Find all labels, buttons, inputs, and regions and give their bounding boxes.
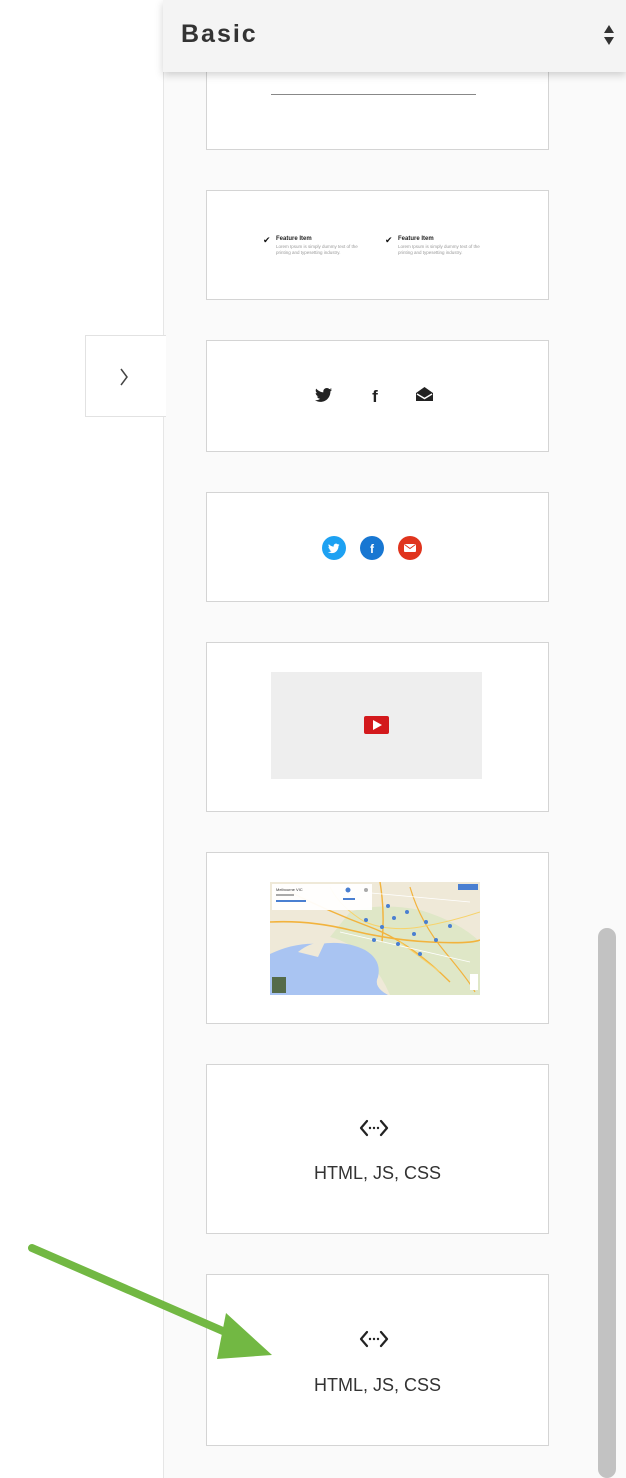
category-select[interactable]: Basic [163,0,626,72]
chevron-right-icon [120,368,128,386]
block-feature-list[interactable]: ✔ Feature Item Lorem Ipsum is simply dum… [206,190,549,300]
collapse-panel-toggle[interactable] [85,335,166,417]
feature-title: Feature Item [398,236,434,242]
email-icon [398,536,422,560]
block-custom-code-2[interactable]: HTML, JS, CSS [206,1274,549,1446]
email-icon [416,387,433,401]
feature-text: Lorem Ipsum is simply dummy text of the … [276,244,358,255]
feature-text: Lorem Ipsum is simply dummy text of the … [398,244,480,255]
facebook-icon: f [360,536,384,560]
block-map[interactable]: Melbourne VIC [206,852,549,1024]
block-video[interactable] [206,642,549,812]
play-button-icon [364,716,389,734]
code-icon-dots [368,1126,380,1130]
select-arrows-icon [604,25,614,45]
code-icon-dots [368,1337,380,1341]
block-social-icons-round[interactable]: f [206,492,549,602]
block-social-icons-plain[interactable]: f [206,340,549,452]
twitter-icon [322,536,346,560]
feature-title: Feature Item [276,236,312,242]
video-placeholder [271,672,482,779]
twitter-icon [315,388,332,402]
block-custom-code[interactable]: HTML, JS, CSS [206,1064,549,1234]
custom-code-label: HTML, JS, CSS [313,1163,442,1183]
panel-scrollbar-thumb[interactable] [598,928,616,1478]
checkmark-icon: ✔ [385,235,393,245]
divider-line [271,94,476,95]
custom-code-label: HTML, JS, CSS [313,1375,442,1395]
checkmark-icon: ✔ [263,235,271,245]
map-thumbnail: Melbourne VIC [270,882,480,995]
map-place-label: Melbourne VIC [276,887,303,892]
facebook-icon: f [372,387,378,406]
category-select-value: Basic [181,20,258,48]
